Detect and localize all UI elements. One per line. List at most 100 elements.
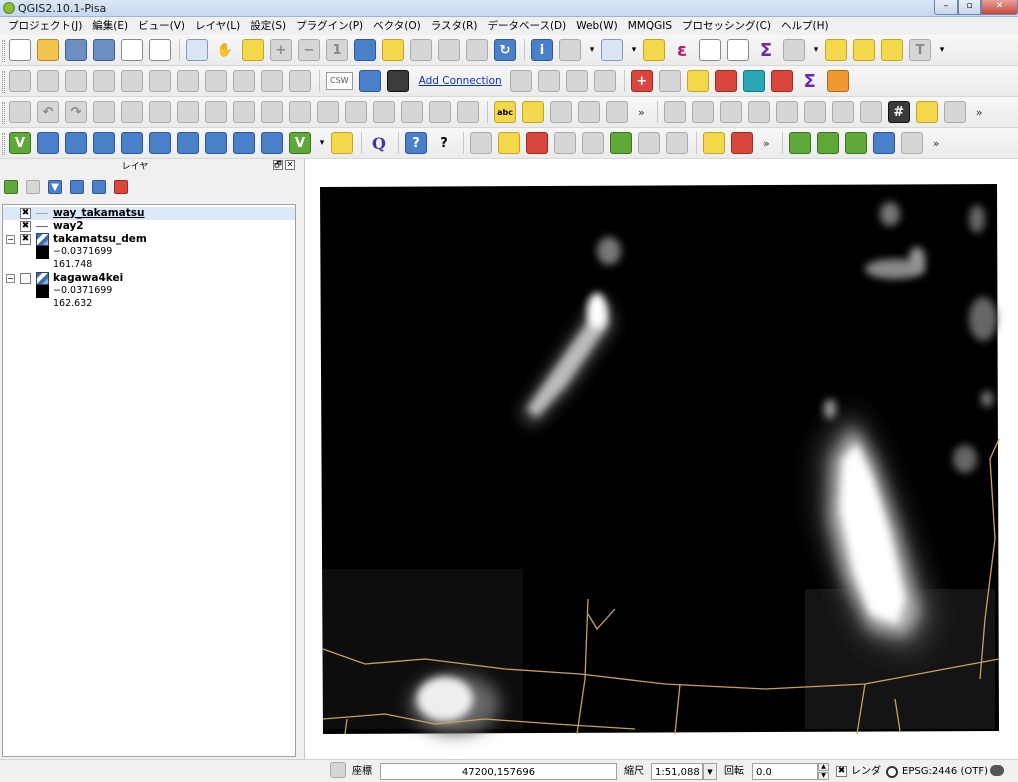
refresh-icon[interactable]: ↻ <box>494 39 516 61</box>
points-tool-icon[interactable] <box>686 70 709 92</box>
layer-name[interactable]: way2 <box>53 220 84 232</box>
layer-visibility-checkbox[interactable] <box>20 273 31 284</box>
fill-ring-icon[interactable] <box>205 101 227 123</box>
qgis-cloud-icon[interactable]: Q <box>368 132 390 154</box>
geometry-tool-icon[interactable] <box>582 132 604 154</box>
add-feature-icon[interactable] <box>93 70 115 92</box>
move-feature-icon[interactable] <box>121 70 143 92</box>
add-wcs-layer-icon[interactable] <box>233 132 255 154</box>
increase-contrast-icon[interactable] <box>831 101 854 123</box>
menu-vector[interactable]: ベクタ(O) <box>368 17 426 35</box>
color-palette-icon[interactable] <box>943 101 966 123</box>
zoom-actual-size-icon[interactable]: 1 <box>326 39 348 61</box>
split-features-icon[interactable] <box>345 101 367 123</box>
light-bulb-icon[interactable] <box>915 101 938 123</box>
menu-mmqgis[interactable]: MMQGIS <box>623 17 677 35</box>
new-project-icon[interactable] <box>9 39 31 61</box>
layer-visibility-checkbox[interactable]: ✖ <box>20 234 31 245</box>
simplify-feature-icon[interactable] <box>121 101 143 123</box>
zoom-full-icon[interactable] <box>354 39 376 61</box>
deselect-features-icon[interactable] <box>643 39 665 61</box>
select-features-icon[interactable] <box>601 39 623 61</box>
maximize-button[interactable]: ▫ <box>958 0 981 15</box>
offset-curve-icon[interactable] <box>317 101 339 123</box>
run-feature-action-icon[interactable] <box>559 39 581 61</box>
message-log-icon[interactable] <box>990 765 1004 776</box>
vertex-down-icon[interactable] <box>537 70 560 92</box>
layer-row-kagawa4kei[interactable]: − kagawa4kei <box>3 272 295 285</box>
layer-row-way-takamatsu[interactable]: ✖ way_takamatsu <box>3 207 295 220</box>
add-spatialite-layer-icon[interactable] <box>93 132 115 154</box>
metasearch-icon[interactable] <box>386 70 409 92</box>
menu-edit[interactable]: 編集(E) <box>87 17 133 35</box>
zoom-to-selection-icon[interactable] <box>382 39 404 61</box>
raster-stretch-icon[interactable] <box>691 101 714 123</box>
crs-status[interactable]: EPSG:2446 (OTF) <box>902 763 988 780</box>
show-hide-labels-icon[interactable] <box>578 101 600 123</box>
menu-processing[interactable]: プロセッシング(C) <box>677 17 776 35</box>
grid-hash-icon[interactable]: # <box>887 101 910 123</box>
layer-name[interactable]: takamatsu_dem <box>53 233 147 245</box>
rotation-spin-down[interactable]: ▼ <box>818 772 829 780</box>
add-vector-layer-icon[interactable]: V <box>9 132 31 154</box>
menu-help[interactable]: ヘルプ(H) <box>776 17 834 35</box>
current-edits-icon[interactable] <box>9 70 31 92</box>
add-raster-layer-icon[interactable] <box>37 132 59 154</box>
open-project-icon[interactable] <box>37 39 59 61</box>
scale-field[interactable]: 1:51,088 <box>651 763 703 780</box>
merge-features-icon[interactable] <box>401 101 423 123</box>
delete-ring-icon[interactable] <box>233 101 255 123</box>
reshape-features-icon[interactable] <box>289 101 311 123</box>
statistical-summary-icon[interactable] <box>727 39 749 61</box>
menu-plugins[interactable]: プラグイン(P) <box>291 17 368 35</box>
rotation-spin-up[interactable]: ▲ <box>818 763 829 771</box>
disabled-tool-icon[interactable] <box>593 70 616 92</box>
toolbar-more-chevron[interactable]: » <box>763 137 770 150</box>
layer-name[interactable]: kagawa4kei <box>53 272 123 284</box>
capture-angle-icon[interactable] <box>9 101 31 123</box>
layer-visibility-checkbox[interactable]: ✖ <box>20 208 31 219</box>
zoom-last-icon[interactable] <box>438 39 460 61</box>
split-parts-icon[interactable] <box>373 101 395 123</box>
save-as-icon[interactable] <box>93 39 115 61</box>
merge-attributes-icon[interactable] <box>429 101 451 123</box>
raster-histogram-icon[interactable] <box>663 101 686 123</box>
add-to-group-icon[interactable] <box>498 132 520 154</box>
menu-database[interactable]: データベース(D) <box>482 17 571 35</box>
label-layer-icon[interactable] <box>522 101 544 123</box>
composer-manager-icon[interactable] <box>149 39 171 61</box>
grid-tool-icon[interactable] <box>742 70 765 92</box>
zoom-next-icon[interactable] <box>466 39 488 61</box>
toolbar-grip[interactable] <box>2 40 5 62</box>
vertex-up-icon[interactable] <box>509 70 532 92</box>
identify-features-icon[interactable]: i <box>531 39 553 61</box>
processing-model-icon[interactable] <box>731 132 753 154</box>
vector-tool-icon[interactable] <box>714 70 737 92</box>
copy-features-icon[interactable] <box>233 70 255 92</box>
move-label-icon[interactable] <box>606 101 628 123</box>
toolbar-more-chevron[interactable]: » <box>976 106 983 119</box>
pan-hand-icon[interactable]: ✋ <box>214 39 236 61</box>
collapse-toggle[interactable]: − <box>6 235 15 244</box>
close-panel-button[interactable]: ✕ <box>285 160 295 170</box>
donut-chart-icon[interactable] <box>770 70 793 92</box>
delete-part-icon[interactable] <box>261 101 283 123</box>
add-db2-layer-icon[interactable] <box>177 132 199 154</box>
csw-icon[interactable]: CSW <box>326 72 353 90</box>
add-delimited-text-icon[interactable]: V <box>289 132 311 154</box>
float-panel-button[interactable]: 🗗 <box>273 160 283 170</box>
raster-full-stretch-icon[interactable] <box>747 101 770 123</box>
increase-brightness-icon[interactable] <box>775 101 798 123</box>
toolbar-grip[interactable] <box>2 71 5 93</box>
scale-dropdown-button[interactable]: ▼ <box>703 763 717 780</box>
add-layer-group-icon[interactable] <box>470 132 492 154</box>
research-tool-icon[interactable] <box>610 132 632 154</box>
add-postgis-layer-icon[interactable] <box>65 132 87 154</box>
map-tips-icon[interactable] <box>825 39 847 61</box>
collapse-all-icon[interactable] <box>92 180 106 194</box>
minimize-button[interactable]: – <box>934 0 958 15</box>
map-canvas[interactable] <box>304 159 1018 759</box>
field-calculator-icon[interactable]: Σ <box>755 39 777 61</box>
report-icon[interactable] <box>826 70 849 92</box>
pan-to-selection-icon[interactable] <box>242 39 264 61</box>
